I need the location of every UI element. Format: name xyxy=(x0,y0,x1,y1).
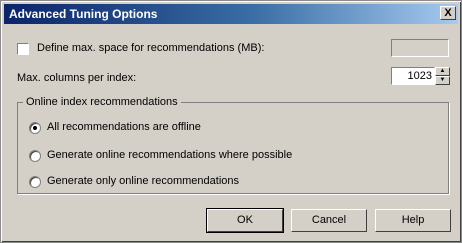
max-columns-label: Max. columns per index: xyxy=(17,72,137,84)
max-space-input[interactable] xyxy=(391,39,449,57)
max-columns-input[interactable]: 1023 xyxy=(391,67,435,85)
online-recommendations-group-title: Online index recommendations xyxy=(23,96,181,108)
radio-online-where-possible[interactable] xyxy=(29,150,41,162)
advanced-tuning-dialog: Advanced Tuning Options X Define max. sp… xyxy=(0,0,462,243)
spin-down-icon[interactable]: ▼ xyxy=(435,76,450,85)
define-max-space-checkbox[interactable] xyxy=(17,43,29,55)
close-icon: X xyxy=(444,7,452,19)
close-button[interactable]: X xyxy=(440,6,456,20)
radio-online-where-possible-label[interactable]: Generate online recommendations where po… xyxy=(47,149,292,161)
spin-up-icon[interactable]: ▲ xyxy=(435,67,450,76)
radio-only-online[interactable] xyxy=(29,176,41,188)
cancel-button[interactable]: Cancel xyxy=(291,209,367,232)
radio-only-online-label[interactable]: Generate only online recommendations xyxy=(47,175,239,187)
max-columns-spinner: ▲ ▼ xyxy=(435,67,450,85)
help-button[interactable]: Help xyxy=(375,209,451,232)
title-bar: Advanced Tuning Options X xyxy=(4,4,458,24)
radio-selected-dot xyxy=(33,126,37,130)
radio-all-offline[interactable] xyxy=(29,122,41,134)
ok-button[interactable]: OK xyxy=(206,208,284,233)
dialog-title: Advanced Tuning Options xyxy=(9,7,158,21)
radio-all-offline-label[interactable]: All recommendations are offline xyxy=(47,121,201,133)
define-max-space-label: Define max. space for recommendations (M… xyxy=(37,42,265,54)
